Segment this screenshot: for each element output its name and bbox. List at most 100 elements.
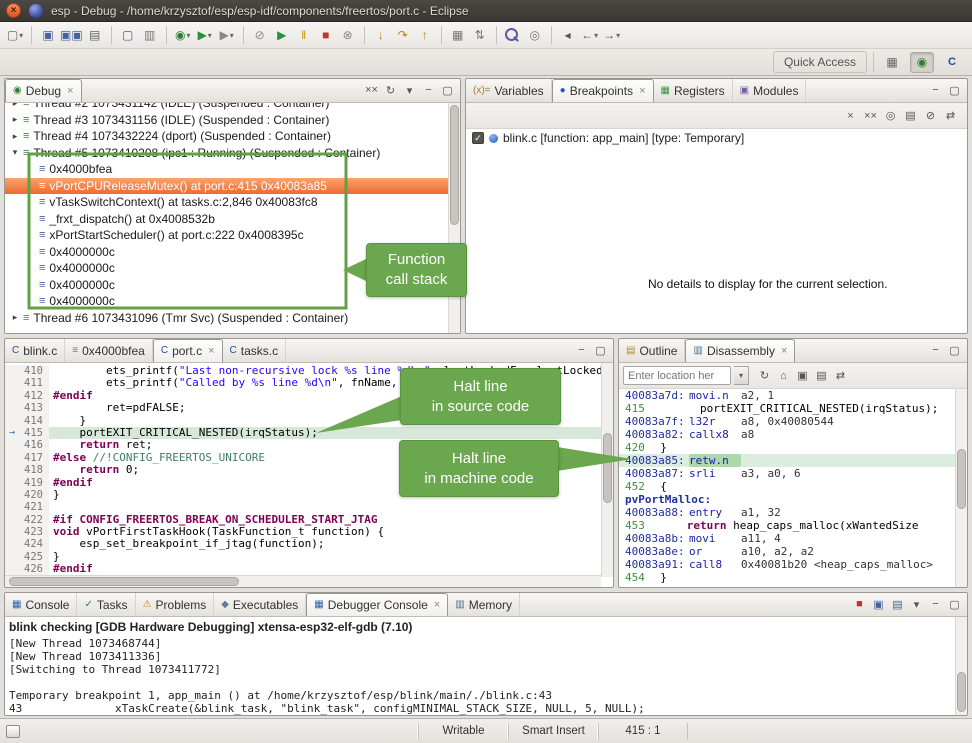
window-close-button[interactable]: × [6, 3, 21, 18]
disassembly-row[interactable]: 40083a8e:ora10, a2, a2 [619, 545, 967, 558]
open-type-icon[interactable]: ◎ [525, 25, 545, 46]
terminate-icon[interactable]: ■ [316, 25, 336, 46]
disassembly-row[interactable]: 453 return heap_caps_malloc(xWantedSize [619, 519, 967, 532]
debug-scrollbar[interactable] [448, 103, 460, 333]
step-over-icon[interactable]: ↷ [393, 25, 413, 46]
tab-outline[interactable]: ▤Outline [619, 339, 685, 362]
build-all-icon[interactable]: ▥ [140, 25, 160, 46]
editor-horizontal-scrollbar[interactable] [5, 575, 601, 587]
stack-frame-row[interactable]: ≡0x4000bfea [5, 161, 460, 178]
show-pc-icon[interactable]: ⌂ [775, 367, 792, 384]
restart-icon[interactable]: ↻ [382, 82, 399, 99]
disassembly-scrollbar[interactable] [955, 389, 967, 588]
disassembly-row[interactable]: 40083a7f:l32ra8, 0x40080544 [619, 415, 967, 428]
tab-port-c[interactable]: Cport.c× [153, 339, 223, 362]
sync-selection-icon[interactable]: ⇄ [832, 367, 849, 384]
display-selected-console-icon[interactable]: ▣ [870, 596, 887, 613]
use-step-filters-icon[interactable]: ⇅ [470, 25, 490, 46]
console-output[interactable]: blink checking [GDB Hardware Debugging] … [5, 617, 967, 715]
run-icon[interactable]: ▶▾ [195, 25, 215, 46]
tab-disassembly[interactable]: ▥Disassembly× [685, 339, 795, 362]
suspend-icon[interactable]: ‖ [294, 25, 314, 46]
remove-breakpoint-icon[interactable]: × [842, 107, 859, 124]
minimize-view-icon[interactable]: − [420, 82, 437, 99]
terminate-icon[interactable]: ■ [851, 596, 868, 613]
close-tab-icon[interactable]: × [639, 85, 645, 97]
disassembly-row[interactable]: 40083a7d:movi.na2, 1 [619, 389, 967, 402]
close-tab-icon[interactable]: × [208, 345, 214, 357]
close-tab-icon[interactable]: × [781, 345, 787, 357]
remove-all-terminated-icon[interactable]: ×× [363, 82, 380, 99]
breakpoint-checkbox[interactable]: ✓ [472, 132, 484, 144]
close-tab-icon[interactable]: × [434, 599, 440, 611]
disassembly-row[interactable]: 40083a82:callx8a8 [619, 428, 967, 441]
search-icon[interactable] [503, 25, 523, 46]
tab-tasks[interactable]: ✓Tasks [77, 593, 135, 616]
toggle-source-icon[interactable]: ▣ [794, 367, 811, 384]
refresh-icon[interactable]: ↻ [756, 367, 773, 384]
last-edit-location-icon[interactable]: ◂ [558, 25, 578, 46]
open-perspective-icon[interactable]: ▦ [880, 52, 904, 73]
maximize-view-icon[interactable]: ▢ [439, 82, 456, 99]
console-scrollbar[interactable] [955, 617, 967, 716]
expand-icon[interactable]: ▸ [9, 114, 21, 125]
skip-all-breakpoints-icon[interactable]: ⊘ [250, 25, 270, 46]
quick-access-button[interactable]: Quick Access [773, 51, 867, 73]
disassembly-row[interactable]: 40083a88:entrya1, 32 [619, 506, 967, 519]
disassembly-row[interactable]: 40083a91:call80x40081b20 <heap_caps_mall… [619, 558, 967, 571]
link-with-debug-view-icon[interactable]: ⇄ [942, 107, 959, 124]
open-console-icon[interactable]: ▤ [889, 596, 906, 613]
go-to-file-icon[interactable]: ▤ [902, 107, 919, 124]
minimize-view-icon[interactable]: − [927, 596, 944, 613]
skip-all-breakpoints-icon[interactable]: ⊘ [922, 107, 939, 124]
stack-frame-row[interactable]: ≡xPortStartScheduler() at port.c:222 0x4… [5, 227, 460, 244]
tab-blink-c[interactable]: Cblink.c [5, 339, 65, 362]
disassembly-row[interactable]: 415 portEXIT_CRITICAL_NESTED(irqStatus); [619, 402, 967, 415]
location-dropdown-icon[interactable]: ▾ [734, 366, 749, 385]
disassembly-row[interactable]: 40083a85:retw.n [619, 454, 967, 467]
tab-0x4000bfea[interactable]: ≡0x4000bfea [65, 339, 153, 362]
location-input[interactable] [623, 366, 731, 385]
maximize-view-icon[interactable]: ▢ [592, 342, 609, 359]
debug-tree[interactable]: ▸≡Thread #2 1073431142 (IDLE) (Suspended… [5, 103, 460, 333]
disassembly-row[interactable]: 40083a8b:movia11, 4 [619, 532, 967, 545]
thread-row[interactable]: ▸≡Thread #3 1073431156 (IDLE) (Suspended… [5, 112, 460, 129]
external-tools-icon[interactable]: ▶▾ [217, 25, 237, 46]
minimize-view-icon[interactable]: − [927, 82, 944, 99]
thread-row[interactable]: ▸≡Thread #4 1073432224 (dport) (Suspende… [5, 128, 460, 145]
stack-frame-row[interactable]: ≡_frxt_dispatch() at 0x4008532b [5, 211, 460, 228]
disassembly-row[interactable]: pvPortMalloc: [619, 493, 967, 506]
disconnect-icon[interactable]: ⊗ [338, 25, 358, 46]
step-return-icon[interactable]: ↑ [415, 25, 435, 46]
new-c-source-file-icon[interactable]: ▢ [118, 25, 138, 46]
tab-memory[interactable]: ▥Memory [448, 593, 520, 616]
disassembly-row[interactable]: 40083a87:srlia3, a0, 6 [619, 467, 967, 480]
expand-icon[interactable]: ▸ [9, 103, 21, 109]
forward-icon[interactable]: →▾ [602, 25, 622, 46]
print-icon[interactable]: ▤ [85, 25, 105, 46]
breakpoint-item[interactable]: ✓ blink.c [function: app_main] [type: Te… [466, 129, 967, 147]
collapse-icon[interactable]: ▾ [9, 147, 21, 158]
tab-breakpoints[interactable]: ●Breakpoints× [552, 79, 654, 102]
debug-icon[interactable]: ◉▾ [173, 25, 193, 46]
save-icon[interactable]: ▣ [38, 25, 58, 46]
tab-executables[interactable]: ◆Executables [214, 593, 306, 616]
show-breakpoints-supported-icon[interactable]: ◎ [882, 107, 899, 124]
thread-row[interactable]: ▸≡Thread #2 1073431142 (IDLE) (Suspended… [5, 103, 460, 112]
back-icon[interactable]: ←▾ [580, 25, 600, 46]
expand-icon[interactable]: ▸ [9, 131, 21, 142]
view-menu-icon[interactable]: ▾ [401, 82, 418, 99]
stack-frame-row[interactable]: ≡vTaskSwitchContext() at tasks.c:2,846 0… [5, 194, 460, 211]
console-menu-icon[interactable]: ▾ [908, 596, 925, 613]
editor-vertical-scrollbar[interactable] [601, 363, 613, 577]
thread-row[interactable]: ▸≡Thread #6 1073431096 (Tmr Svc) (Suspen… [5, 310, 460, 327]
maximize-view-icon[interactable]: ▢ [946, 342, 963, 359]
minimize-view-icon[interactable]: − [573, 342, 590, 359]
resume-icon[interactable]: ▶ [272, 25, 292, 46]
status-trim-icon[interactable] [6, 725, 20, 738]
toggle-tracking-icon[interactable]: ▤ [813, 367, 830, 384]
disassembly-row[interactable]: 454 } [619, 571, 967, 584]
remove-all-breakpoints-icon[interactable]: ×× [862, 107, 879, 124]
c-cpp-perspective-button[interactable]: C [940, 52, 964, 73]
minimize-view-icon[interactable]: − [927, 342, 944, 359]
